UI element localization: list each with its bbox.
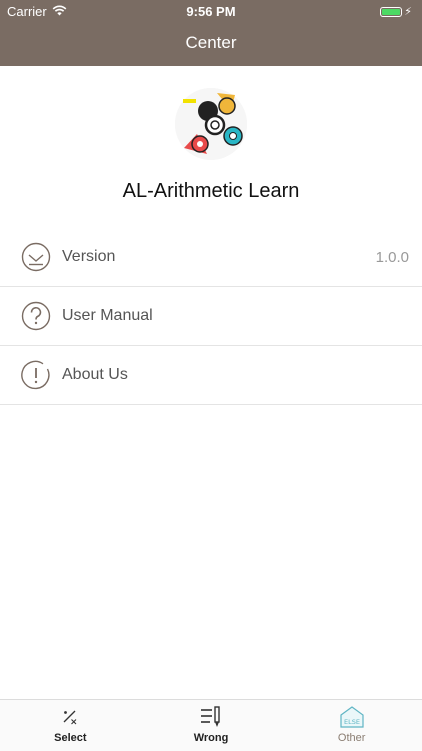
tab-other[interactable]: ELSE Other	[281, 700, 422, 751]
app-name: AL-Arithmetic Learn	[122, 180, 300, 202]
about-us-row[interactable]: About Us	[0, 346, 422, 405]
else-house-icon: ELSE	[339, 706, 365, 728]
version-value: 1.0.0	[375, 248, 409, 266]
about-us-label: About Us	[62, 366, 128, 383]
tab-wrong[interactable]: Wrong	[141, 700, 282, 751]
status-bar: Carrier 9:56 PM ⚡	[0, 0, 422, 22]
charging-icon: ⚡	[404, 6, 412, 18]
info-circle-icon	[21, 360, 51, 390]
tab-wrong-label: Wrong	[193, 732, 229, 744]
battery-icon: ⚡	[380, 5, 412, 18]
status-time: 9:56 PM	[186, 4, 236, 19]
svg-text:ELSE: ELSE	[344, 718, 360, 726]
tab-other-label: Other	[337, 732, 366, 744]
settings-list: Version 1.0.0 User Manual About Us	[0, 228, 422, 405]
download-circle-icon	[21, 242, 51, 272]
user-manual-row[interactable]: User Manual	[0, 287, 422, 346]
question-circle-icon	[21, 301, 51, 331]
list-pencil-icon	[199, 706, 223, 728]
tab-select-label: Select	[54, 732, 87, 744]
version-row[interactable]: Version 1.0.0	[0, 228, 422, 287]
app-logo	[175, 88, 247, 160]
user-manual-label: User Manual	[62, 307, 153, 324]
percent-x-icon	[61, 706, 79, 728]
tab-bar: Select Wrong ELSE Other	[0, 699, 422, 751]
page-title: Center	[185, 33, 237, 52]
version-label: Version	[62, 248, 116, 265]
tab-select[interactable]: Select	[0, 700, 141, 751]
navigation-bar: Carrier 9:56 PM ⚡ Center	[0, 0, 422, 66]
